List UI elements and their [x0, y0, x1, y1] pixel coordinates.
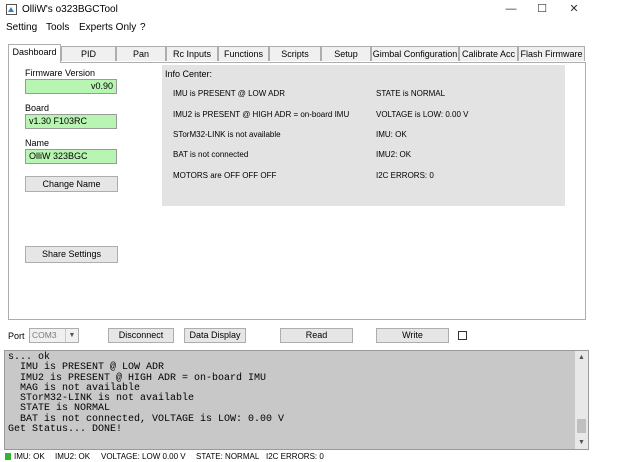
name-label: Name	[25, 138, 50, 148]
info-line: IMU2: OK	[376, 150, 412, 159]
info-line: MOTORS are OFF OFF OFF	[173, 171, 277, 180]
info-line: IMU: OK	[376, 130, 407, 139]
scroll-thumb[interactable]	[577, 419, 586, 433]
menu-experts-only[interactable]: Experts Only	[79, 22, 136, 33]
tab-strip: Dashboard PID Pan Rc Inputs Functions Sc…	[8, 44, 586, 63]
port-select[interactable]: COM3 ▼	[29, 328, 79, 343]
data-display-button[interactable]: Data Display	[184, 328, 246, 343]
write-button[interactable]: Write	[376, 328, 449, 343]
tab-calibrate-acc[interactable]: Calibrate Acc	[459, 46, 518, 61]
tab-pan[interactable]: Pan	[116, 46, 166, 61]
info-line: VOLTAGE is LOW: 0.00 V	[376, 110, 469, 119]
read-button[interactable]: Read	[280, 328, 353, 343]
name-field[interactable]: OlliW 323BGC	[25, 149, 117, 164]
info-line: IMU is PRESENT @ LOW ADR	[173, 89, 285, 98]
console-log[interactable]: s... ok IMU is PRESENT @ LOW ADR IMU2 is…	[4, 350, 589, 450]
tab-scripts[interactable]: Scripts	[269, 46, 321, 61]
info-line: BAT is not connected	[173, 150, 249, 159]
option-checkbox[interactable]	[458, 331, 467, 340]
menu-help[interactable]: ?	[140, 22, 146, 33]
tab-functions[interactable]: Functions	[218, 46, 269, 61]
status-imu2: IMU2: OK	[55, 452, 91, 461]
tab-gimbal-configuration[interactable]: Gimbal Configuration	[371, 46, 459, 61]
maximize-button[interactable]: ☐	[527, 0, 557, 19]
status-i2c-errors: I2C ERRORS: 0	[266, 452, 324, 461]
firmware-version-value: v0.90	[25, 79, 117, 94]
status-state: STATE: NORMAL	[196, 452, 260, 461]
info-center-title: Info Center:	[165, 69, 213, 79]
minimize-button[interactable]: —	[496, 0, 526, 19]
tab-setup[interactable]: Setup	[321, 46, 371, 61]
window-title: OlliW's o323BGCTool	[22, 4, 118, 15]
menu-tools[interactable]: Tools	[46, 22, 69, 33]
scroll-down-icon[interactable]: ▼	[575, 436, 588, 449]
info-line: STorM32-LINK is not available	[173, 130, 281, 139]
console-text: s... ok IMU is PRESENT @ LOW ADR IMU2 is…	[8, 352, 285, 436]
port-value: COM3	[32, 330, 57, 340]
port-label: Port	[8, 331, 25, 341]
menu-bar: Setting Tools Experts Only ?	[0, 19, 640, 36]
disconnect-button[interactable]: Disconnect	[108, 328, 174, 343]
scroll-up-icon[interactable]: ▲	[575, 351, 588, 364]
tab-rc-inputs[interactable]: Rc Inputs	[166, 46, 218, 61]
board-label: Board	[25, 103, 50, 113]
status-voltage: VOLTAGE: LOW 0.00 V	[101, 452, 186, 461]
tab-flash-firmware[interactable]: Flash Firmware	[518, 46, 585, 61]
info-center-panel: Info Center: IMU is PRESENT @ LOW ADR IM…	[162, 65, 565, 206]
tab-dashboard[interactable]: Dashboard	[8, 44, 61, 63]
info-line: IMU2 is PRESENT @ HIGH ADR = on-board IM…	[173, 110, 350, 119]
tab-pid[interactable]: PID	[61, 46, 116, 61]
status-imu: IMU: OK	[14, 452, 45, 461]
info-line: I2C ERRORS: 0	[376, 171, 434, 180]
menu-setting[interactable]: Setting	[6, 22, 37, 33]
board-value: v1.30 F103RC	[25, 114, 117, 129]
console-scrollbar[interactable]: ▲ ▼	[575, 351, 588, 449]
close-button[interactable]: ✕	[559, 0, 589, 19]
change-name-button[interactable]: Change Name	[25, 176, 118, 192]
chevron-down-icon: ▼	[65, 329, 78, 342]
info-line: STATE is NORMAL	[376, 89, 446, 98]
share-settings-button[interactable]: Share Settings	[25, 246, 118, 263]
app-icon	[6, 4, 17, 15]
firmware-version-label: Firmware Version	[25, 68, 96, 78]
status-led-icon	[5, 453, 11, 460]
